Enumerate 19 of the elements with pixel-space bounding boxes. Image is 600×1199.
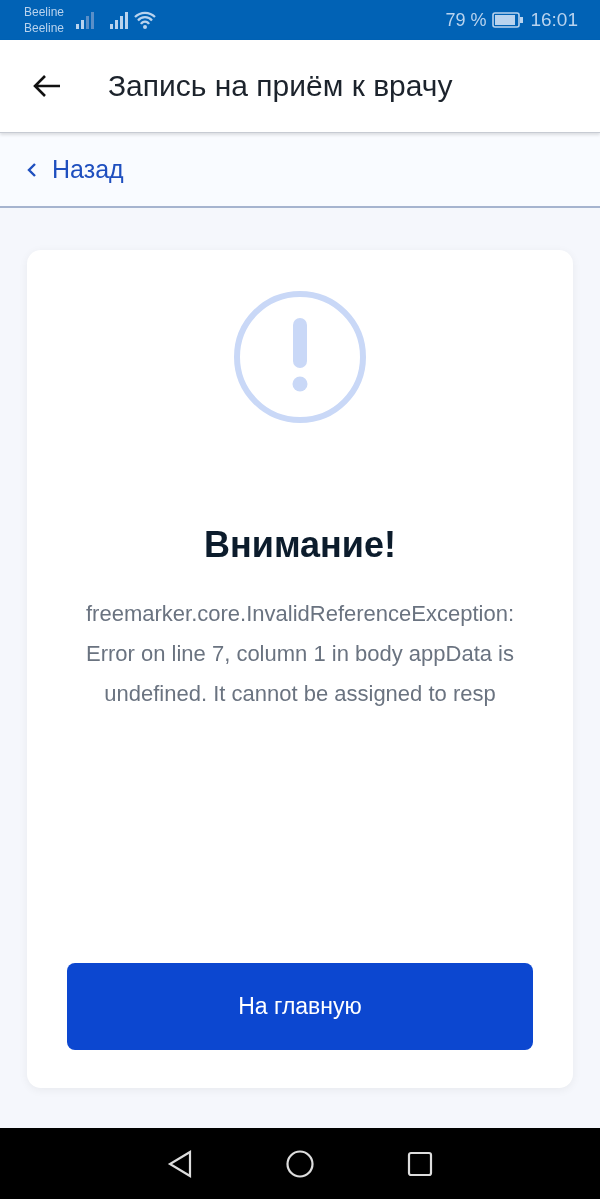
wifi-icon [134,11,157,29]
battery-percent: 79 % [445,9,487,31]
chevron-left-icon [26,160,38,179]
home-button[interactable]: На главную [67,963,533,1050]
signal-icon [110,11,131,29]
error-message: freemarker.core.InvalidReferenceException: Error on line 7, column 1 in body appData is undefined. It cannot be assigned to resp [85,600,515,708]
clock: 16:01 [530,9,578,31]
home-nav-icon[interactable] [285,1148,315,1179]
battery-icon [492,12,525,28]
recents-nav-icon[interactable] [407,1150,433,1177]
back-arrow-icon[interactable] [32,74,62,98]
signal-icon [76,11,97,29]
screen-title: Запись на приём к врачу [108,69,453,103]
exclamation-circle-icon [233,290,367,424]
carrier-name: Beeline [24,20,65,36]
carrier-name: Beeline [24,4,65,20]
back-link[interactable]: Назад [26,155,124,184]
back-nav-icon[interactable] [167,1149,193,1178]
warning-heading: Внимание! [204,524,396,566]
